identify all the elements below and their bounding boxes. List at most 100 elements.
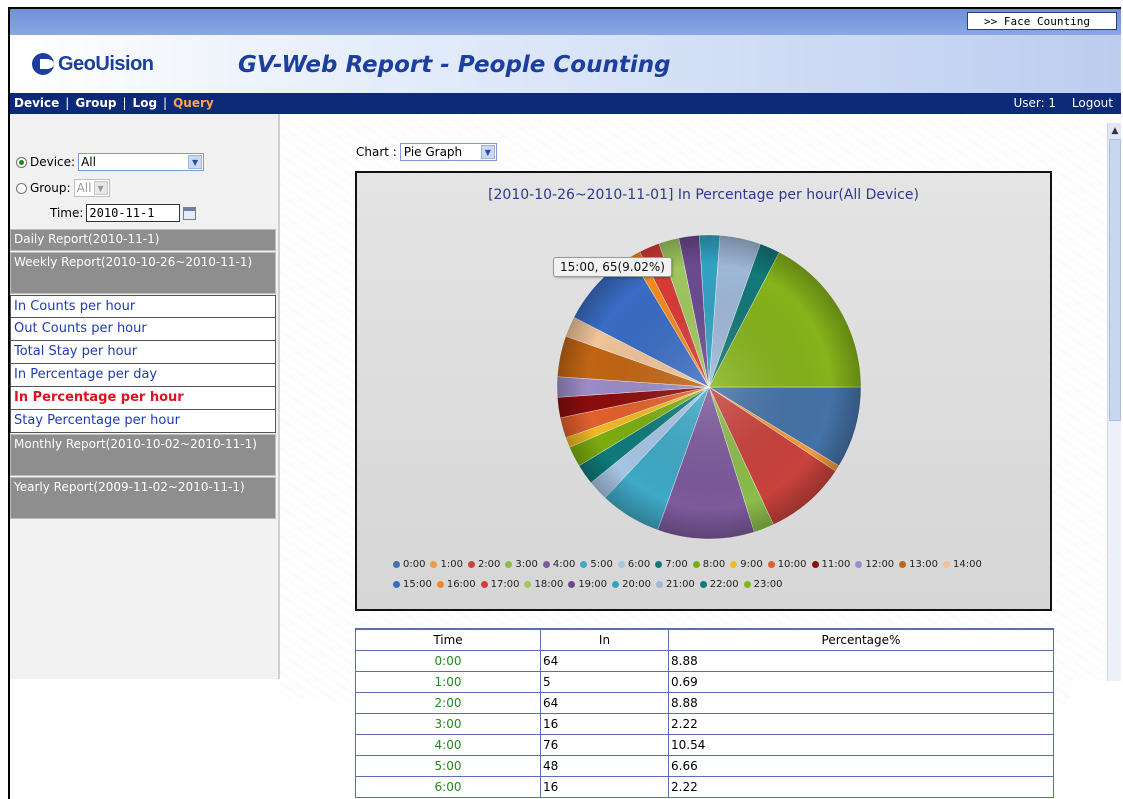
legend-marker [655,581,663,588]
nav-device-link[interactable]: Device [14,96,59,110]
report-link-in-percentage-day[interactable]: In Percentage per day [10,364,276,387]
browser-frame: >> Face Counting GeoUision GV-Web Report… [8,7,1121,799]
legend-marker [855,561,863,568]
legend-item[interactable]: 14:00 [943,555,982,574]
report-link-stay-percentage[interactable]: Stay Percentage per hour [10,410,276,433]
user-label: User: 1 [1013,96,1057,110]
legend-marker [568,581,576,588]
yearly-report-header[interactable]: Yearly Report(2009-11-02~2010-11-1) [10,477,276,519]
legend-item[interactable]: 1:00 [430,555,463,574]
legend-item[interactable]: 10:00 [767,555,807,574]
legend-marker [811,561,819,568]
legend-item[interactable]: 23:00 [743,575,782,594]
legend-item[interactable]: 17:00 [480,575,519,594]
legend-item[interactable]: 16:00 [436,575,476,594]
nav-group-link[interactable]: Group [75,96,116,110]
legend-marker [767,561,775,568]
nav-query-link[interactable]: Query [173,96,214,110]
header: GeoUision GV-Web Report - People Countin… [10,35,1121,93]
chart-panel: [2010-10-26~2010-11-01] In Percentage pe… [355,171,1052,611]
report-link-in-counts[interactable]: In Counts per hour [10,295,276,318]
face-counting-button[interactable]: >> Face Counting [967,12,1117,30]
chevron-down-icon: ▼ [93,181,108,195]
group-select[interactable]: All ▼ [73,179,110,197]
daily-report-header[interactable]: Daily Report(2010-11-1) [10,229,276,251]
cell-in: 64 [540,692,669,714]
report-link-total-stay[interactable]: Total Stay per hour [10,341,276,364]
legend-item[interactable]: 4:00 [542,555,576,574]
cell-percentage: 8.88 [668,692,1054,714]
cell-percentage: 6.66 [668,755,1054,777]
nav-separator: | [122,96,127,110]
legend-label: 16:00 [446,579,476,590]
legend-item[interactable]: 8:00 [692,555,725,574]
main-content: Chart : Pie Graph ▼ [2010-10-26~2010-11-… [280,114,1121,798]
nav-log-link[interactable]: Log [133,96,157,110]
legend-marker [436,581,444,588]
cell-in: 48 [540,755,669,777]
time-input[interactable]: 2010-11-1 [86,204,181,222]
legend-item[interactable]: 3:00 [505,555,538,574]
calendar-icon[interactable] [183,206,197,220]
legend-label: 20:00 [622,579,651,590]
chart-type-value: Pie Graph [403,145,463,159]
legend-item[interactable]: 6:00 [617,555,650,574]
scroll-thumb[interactable] [1109,139,1121,421]
table-row: 0:00 64 8.88 [355,650,1054,672]
legend-label: 9:00 [740,559,763,570]
legend-label: 12:00 [865,559,895,570]
nav-separator: | [163,96,168,110]
device-radio[interactable] [16,156,27,168]
legend-marker [743,581,751,588]
scroll-up-arrow-icon[interactable]: ▲ [1108,123,1121,139]
legend-label: 4:00 [552,559,576,570]
cell-time: 5:00 [355,755,541,777]
legend-item[interactable]: 15:00 [393,575,432,594]
chart-type-select[interactable]: Pie Graph ▼ [399,143,497,161]
legend-label: 13:00 [909,559,938,570]
blank-area [10,681,258,799]
legend-item[interactable]: 2:00 [467,555,500,574]
legend-marker [692,561,700,568]
legend-label: 14:00 [953,559,982,570]
legend-item[interactable]: 0:00 [393,555,425,574]
device-select[interactable]: All ▼ [78,153,205,171]
nav-bar: Device | Group | Log | Query User: 1 Logout [10,93,1121,114]
legend-marker [580,561,588,568]
group-radio[interactable] [16,182,27,194]
monthly-report-header[interactable]: Monthly Report(2010-10-02~2010-11-1) [10,434,276,476]
col-header-in: In [540,628,669,651]
group-select-value: All [76,181,92,195]
chart-legend: 0:00 1:00 2:00 3:00 4:00 5:00 6:00 7:00 8:00 9:00… [393,555,1023,595]
legend-item[interactable]: 22:00 [699,575,739,594]
cell-time: 4:00 [355,734,541,756]
cell-time: 0:00 [355,650,541,672]
legend-item[interactable]: 7:00 [655,555,688,574]
nav-separator: | [65,96,70,110]
table-row: 1:00 5 0.69 [355,671,1054,693]
table-row: 5:00 48 6.66 [355,755,1054,777]
top-banner: >> Face Counting [10,9,1121,35]
col-header-time: Time [355,628,541,651]
legend-item[interactable]: 13:00 [899,555,938,574]
legend-item[interactable]: 18:00 [524,575,563,594]
device-row: Device: All ▼ [16,153,205,171]
legend-item[interactable]: 12:00 [855,555,894,574]
vertical-scrollbar[interactable]: ▲ [1107,123,1121,685]
page-title: GV-Web Report - People Counting [238,52,671,78]
legend-marker [480,581,488,588]
legend-item[interactable]: 9:00 [730,555,763,574]
legend-item[interactable]: 11:00 [811,555,850,574]
legend-item[interactable]: 19:00 [568,575,607,594]
report-link-out-counts[interactable]: Out Counts per hour [10,318,276,341]
weekly-report-header[interactable]: Weekly Report(2010-10-26~2010-11-1) [10,252,276,294]
cell-in: 16 [540,713,669,735]
chart-type-row: Chart : Pie Graph ▼ [356,143,497,161]
logout-link[interactable]: Logout [1072,96,1113,110]
report-link-in-percentage-hour[interactable]: In Percentage per hour [10,387,276,410]
legend-item[interactable]: 20:00 [612,575,651,594]
table-row: 2:00 64 8.88 [355,692,1054,714]
logo-text: GeoUision [58,52,154,75]
legend-item[interactable]: 5:00 [580,555,613,574]
legend-item[interactable]: 21:00 [655,575,695,594]
